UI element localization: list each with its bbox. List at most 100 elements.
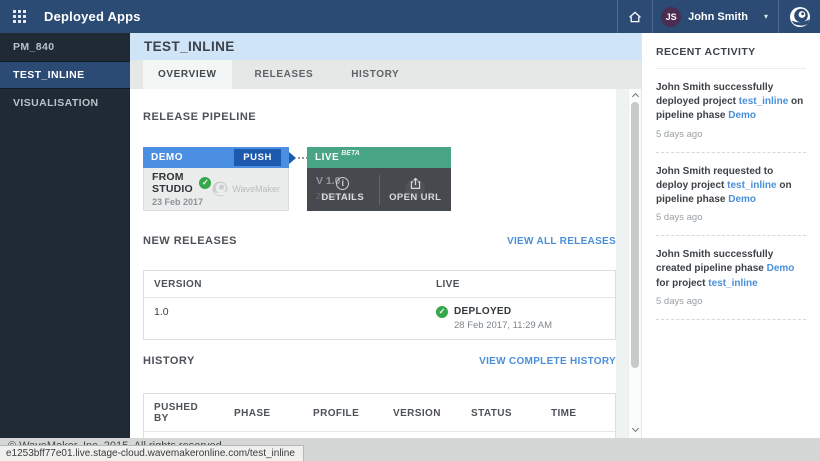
sidebar-item-pm-840[interactable]: PM_840 — [0, 33, 130, 61]
sidebar-item-label: VISUALISATION — [13, 97, 99, 109]
release-version: 1.0 — [144, 298, 426, 340]
column-time: TIME — [541, 394, 615, 432]
deployed-apps-screen: Deployed Apps JS John Smith ▾ — [0, 0, 820, 461]
open-url-button[interactable]: OPEN URL — [380, 168, 452, 211]
demo-date: 23 Feb 2017 — [152, 197, 211, 207]
chevron-down-icon: ▾ — [764, 12, 768, 21]
column-pushed-by: PUSHED BY — [144, 394, 224, 432]
table-header-row: PUSHED BY PHASE PROFILE VERSION STATUS T… — [144, 394, 615, 432]
push-button[interactable]: PUSH — [234, 149, 281, 166]
activity-text: John Smith requested to deploy project t… — [656, 165, 806, 208]
tab-history[interactable]: HISTORY — [336, 60, 414, 89]
user-menu[interactable]: JS John Smith ▾ — [653, 0, 778, 33]
push-arrow-icon — [289, 152, 296, 164]
project-link[interactable]: test_inline — [739, 96, 788, 107]
pane-margin-strip — [616, 89, 628, 438]
pipeline-card-live: LIVE BETA V 1.0 28 Feb 2017 i DETAILS O — [307, 147, 451, 211]
live-card-header: LIVE BETA — [307, 147, 451, 168]
demo-card-header: DEMO PUSH — [143, 147, 289, 168]
home-button[interactable] — [618, 0, 652, 33]
activity-text: John Smith successfully deployed project… — [656, 81, 806, 124]
sidebar-item-visualisation[interactable]: VISUALISATION — [0, 89, 130, 117]
overview-pane: RELEASE PIPELINE DEMO PUSH FROM STUDIO ✓… — [130, 89, 628, 438]
avatar: JS — [661, 7, 681, 27]
tab-bar: OVERVIEW RELEASES HISTORY — [130, 60, 641, 89]
activity-text-part: for project — [656, 278, 708, 289]
tab-releases[interactable]: RELEASES — [240, 60, 329, 89]
activity-timestamp: 5 days ago — [656, 212, 806, 223]
activity-text: John Smith successfully created pipeline… — [656, 248, 806, 291]
activity-item: John Smith successfully deployed project… — [656, 81, 806, 153]
history-table: PUSHED BY PHASE PROFILE VERSION STATUS T… — [143, 393, 616, 438]
column-phase: PHASE — [224, 394, 303, 432]
live-card-body: V 1.0 28 Feb 2017 i DETAILS OPEN URL — [307, 168, 451, 211]
column-version: VERSION — [144, 271, 426, 298]
phase-link[interactable]: Demo — [767, 263, 795, 274]
details-button[interactable]: i DETAILS — [307, 168, 379, 211]
column-live: LIVE — [426, 271, 615, 298]
app-grid-icon[interactable] — [13, 10, 26, 23]
details-label: DETAILS — [321, 192, 364, 203]
table-row: 1.0 ✓ DEPLOYED 28 Feb 2017, 11:29 AM — [144, 298, 615, 340]
from-studio-label: FROM STUDIO — [152, 171, 195, 195]
column-version: VERSION — [383, 394, 461, 432]
tab-overview[interactable]: OVERVIEW — [143, 60, 232, 89]
vertical-scrollbar — [628, 89, 641, 438]
home-icon — [627, 9, 643, 25]
page-title: TEST_INLINE — [144, 39, 235, 54]
activity-item: John Smith successfully created pipeline… — [656, 248, 806, 320]
deployed-time: 28 Feb 2017, 11:29 AM — [454, 320, 552, 331]
info-circle-icon: i — [336, 177, 349, 190]
wavemaker-swan-icon — [211, 180, 229, 198]
table-header-row: VERSION LIVE — [144, 271, 615, 298]
activity-text-part: John Smith successfully created pipeline… — [656, 249, 773, 274]
scroll-up-button[interactable] — [632, 93, 639, 100]
scroll-down-button[interactable] — [632, 425, 639, 432]
phase-link[interactable]: Demo — [728, 110, 756, 121]
live-phase-label: LIVE — [315, 152, 339, 163]
sidebar-item-label: TEST_INLINE — [13, 69, 85, 81]
user-name: John Smith — [688, 11, 748, 23]
phase-link[interactable]: Demo — [728, 194, 756, 205]
activity-item: John Smith requested to deploy project t… — [656, 165, 806, 237]
deployed-status: DEPLOYED — [454, 306, 552, 317]
green-check-icon: ✓ — [199, 177, 211, 189]
view-all-releases-link[interactable]: VIEW ALL RELEASES — [507, 236, 616, 247]
release-pipeline-heading: RELEASE PIPELINE — [143, 111, 256, 123]
brand-logo[interactable] — [779, 0, 820, 33]
topbar: Deployed Apps JS John Smith ▾ — [0, 0, 820, 33]
sidebar-item-label: PM_840 — [13, 41, 55, 53]
view-complete-history-link[interactable]: VIEW COMPLETE HISTORY — [479, 356, 616, 367]
project-link[interactable]: test_inline — [708, 278, 757, 289]
column-status: STATUS — [461, 394, 541, 432]
topbar-right: JS John Smith ▾ — [617, 0, 820, 33]
wavemaker-watermark: WaveMaker — [211, 180, 280, 198]
share-export-icon — [409, 177, 422, 190]
demo-card-body: FROM STUDIO ✓ 23 Feb 2017 WaveMaker — [143, 168, 289, 211]
status-url-tooltip: e1253bff77e01.live.stage-cloud.wavemaker… — [0, 445, 304, 461]
project-link[interactable]: test_inline — [727, 180, 776, 191]
wavemaker-swan-icon — [788, 5, 812, 29]
history-heading: HISTORY — [143, 355, 195, 367]
demo-phase-label: DEMO — [151, 152, 183, 163]
wavemaker-watermark-text: WaveMaker — [232, 184, 280, 194]
beta-badge: BETA — [341, 150, 360, 157]
scrollbar-thumb[interactable] — [631, 102, 639, 368]
open-url-label: OPEN URL — [389, 192, 441, 203]
new-releases-header-row: NEW RELEASES VIEW ALL RELEASES — [143, 235, 616, 247]
green-check-icon: ✓ — [436, 306, 448, 318]
history-header-row: HISTORY VIEW COMPLETE HISTORY — [143, 355, 616, 367]
pipeline-card-demo: DEMO PUSH FROM STUDIO ✓ 23 Feb 2017 — [143, 147, 289, 211]
sidebar-item-test-inline[interactable]: TEST_INLINE — [0, 61, 130, 89]
new-releases-table: VERSION LIVE 1.0 ✓ DEPLOYED 28 Feb 2017 — [143, 270, 616, 340]
deployed-cell: ✓ DEPLOYED 28 Feb 2017, 11:29 AM — [436, 306, 605, 331]
activity-timestamp: 5 days ago — [656, 129, 806, 140]
column-profile: PROFILE — [303, 394, 383, 432]
recent-activity-heading: RECENT ACTIVITY — [656, 46, 806, 69]
recent-activity-panel: RECENT ACTIVITY John Smith successfully … — [641, 33, 820, 438]
from-studio-block: FROM STUDIO ✓ 23 Feb 2017 — [152, 171, 211, 207]
app-title: Deployed Apps — [44, 9, 141, 24]
activity-timestamp: 5 days ago — [656, 296, 806, 307]
status-url-text: e1253bff77e01.live.stage-cloud.wavemaker… — [6, 448, 295, 459]
page-header: TEST_INLINE — [130, 33, 641, 60]
